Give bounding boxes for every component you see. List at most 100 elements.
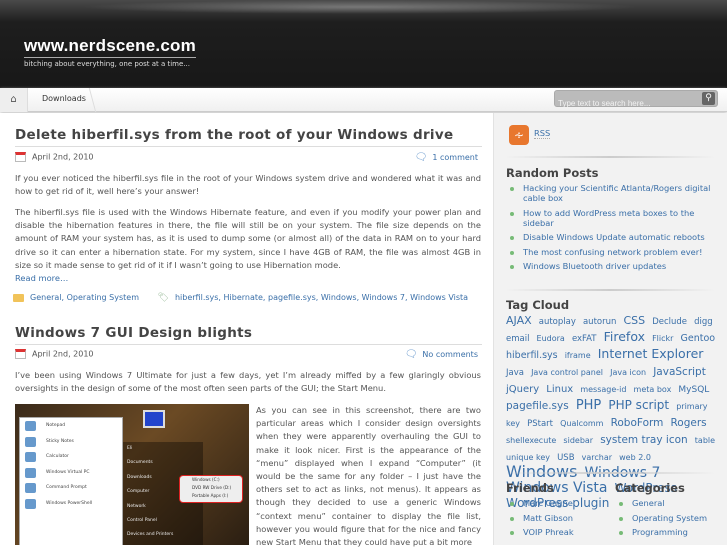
tag-link[interactable]: Linux (546, 384, 573, 395)
tag-link[interactable]: MySQL (678, 385, 709, 395)
read-more-wrap: Read more… (15, 272, 481, 285)
post-paragraph: If you ever noticed the hiberfil.sys fil… (15, 173, 481, 197)
tag-link[interactable]: exFAT (572, 334, 597, 344)
tag-link[interactable]: Internet Explorer (598, 346, 704, 361)
random-post-link[interactable]: Disable Windows Update automatic reboots (507, 232, 719, 242)
rss-icon[interactable]: ∻ (509, 125, 529, 145)
tag-link[interactable]: PHP script (608, 398, 669, 412)
menu-item: Control Panel (127, 517, 157, 523)
friend-link[interactable]: Marc Gagne (507, 498, 607, 508)
site-title[interactable]: www.nerdscene.com (24, 36, 196, 56)
comment-bubble-icon: 🗨 (404, 349, 418, 360)
comments-count[interactable]: No comments (422, 350, 478, 359)
tag-link[interactable]: autoplay (539, 317, 576, 327)
tag-link[interactable]: iframe (565, 351, 591, 360)
nav-separator (88, 88, 97, 112)
nav-item-downloads[interactable]: Downloads (42, 94, 86, 103)
category-link[interactable]: Programming (616, 527, 726, 537)
tag-link[interactable]: web 2.0 (619, 453, 651, 462)
post-categories[interactable]: General, Operating System (30, 293, 139, 302)
tag-link[interactable]: autorun (583, 317, 616, 327)
post-date: April 2nd, 2010 (32, 349, 94, 359)
menu-item: Command Prompt (20, 480, 122, 496)
tag-link[interactable]: Rogers (670, 417, 706, 429)
post-taxonomy: General, Operating System 🏷 hiberfil.sys,… (13, 293, 468, 303)
comments-count[interactable]: 1 comment (432, 153, 478, 162)
tag-link[interactable]: pagefile.sys (506, 400, 569, 412)
menu-item: Sticky Notes (20, 434, 122, 450)
post-title[interactable]: Windows 7 GUI Design blights (15, 325, 482, 345)
tag-link[interactable]: AJAX (506, 314, 532, 327)
post-paragraph: The hiberfil.sys file is used with the W… (15, 207, 481, 270)
categories-list: General Operating System Programming (616, 498, 726, 542)
random-posts-title: Random Posts (506, 166, 599, 180)
tag-link[interactable]: unique key (506, 453, 550, 462)
site-tagline: bitching about everything, one post at a… (24, 57, 196, 68)
tag-link[interactable]: shellexecute (506, 436, 556, 445)
tag-link[interactable]: Eudora (537, 334, 565, 343)
category-link[interactable]: Operating System (616, 513, 726, 523)
tag-link[interactable]: email (506, 334, 529, 344)
post-title[interactable]: Delete hiberfil.sys from the root of you… (15, 127, 482, 147)
start-menu-screenshot[interactable]: Notepad Sticky Notes Calculator Windows … (15, 404, 249, 545)
tag-link[interactable]: varchar (582, 453, 612, 462)
rss-link[interactable]: RSS (534, 128, 551, 139)
menu-item: Eli (127, 446, 133, 451)
post-paragraph: As you can see in this screenshot, there… (256, 405, 481, 548)
post-date: April 2nd, 2010 (32, 152, 94, 162)
tag-link[interactable]: JavaScript (653, 366, 706, 378)
random-post-link[interactable]: Hacking your Scientific Atlanta/Rogers d… (507, 183, 719, 203)
tag-link[interactable]: jQuery (506, 384, 539, 395)
random-posts-list: Hacking your Scientific Atlanta/Rogers d… (507, 183, 719, 276)
comments-link[interactable]: 🗨 1 comment (415, 152, 478, 163)
tag-link[interactable]: Declude (652, 317, 687, 327)
friend-link[interactable]: VOIP Phreak (507, 527, 607, 537)
tag-link[interactable]: RoboForm (611, 417, 664, 429)
search-box: ⚲ (554, 90, 718, 111)
tag-link[interactable]: PStart (527, 419, 553, 429)
search-icon[interactable]: ⚲ (702, 92, 715, 105)
tag-link[interactable]: table (695, 436, 715, 445)
tag-link[interactable]: CSS (623, 314, 645, 327)
tag-link[interactable]: digg (694, 317, 713, 327)
category-link[interactable]: General (616, 498, 726, 508)
tag-link[interactable]: message-id (580, 385, 626, 394)
calendar-icon (15, 152, 26, 162)
post-paragraph: I’ve been using Windows 7 Ultimate for j… (15, 370, 481, 394)
site-header: www.nerdscene.com bitching about everyth… (0, 0, 727, 88)
random-post-link[interactable]: Windows Bluetooth driver updates (507, 261, 719, 271)
tag-icon: 🏷 (157, 293, 169, 303)
categories-title: Categories (615, 481, 685, 495)
tag-link[interactable]: Java control panel (531, 368, 603, 377)
tag-link[interactable]: Java icon (610, 368, 646, 377)
tag-link[interactable]: Java (506, 368, 524, 378)
start-menu-programs: Notepad Sticky Notes Calculator Windows … (19, 417, 123, 545)
tag-link[interactable]: meta box (634, 385, 672, 394)
tag-link[interactable]: system tray icon (600, 434, 688, 446)
tag-link[interactable]: Qualcomm (560, 419, 603, 428)
menu-item: DVD RW Drive (D:) (192, 485, 232, 490)
divider (505, 156, 715, 158)
menu-item: Windows (C:) (192, 477, 220, 482)
post-tags[interactable]: hiberfil.sys, Hibernate, pagefile.sys, W… (175, 293, 468, 302)
context-menu-highlight: Windows (C:) DVD RW Drive (D:) Portable … (179, 475, 243, 503)
friends-list: Marc Gagne Matt Gibson VOIP Phreak (507, 498, 607, 542)
tag-link[interactable]: PHP (576, 398, 601, 413)
friend-link[interactable]: Matt Gibson (507, 513, 607, 523)
tag-link[interactable]: Firefox (604, 329, 645, 344)
menu-item: Documents (127, 460, 153, 466)
search-input[interactable] (555, 96, 695, 111)
random-post-link[interactable]: How to add WordPress meta boxes to the s… (507, 208, 719, 228)
tag-link[interactable]: sidebar (563, 436, 593, 445)
tag-link[interactable]: Gentoo (681, 333, 716, 344)
random-post-link[interactable]: The most confusing network problem ever! (507, 247, 719, 257)
read-more-link[interactable]: Read more… (15, 273, 68, 283)
divider (505, 472, 715, 474)
menu-item: Calculator (20, 449, 122, 465)
comments-link[interactable]: 🗨 No comments (405, 349, 478, 360)
tag-link[interactable]: Flickr (652, 334, 673, 343)
post-meta: April 2nd, 2010 🗨 No comments (15, 349, 481, 361)
tag-link[interactable]: hiberfil.sys (506, 350, 558, 361)
menu-item: Devices and Printers (127, 532, 174, 538)
home-icon[interactable]: ⌂ (0, 88, 28, 112)
